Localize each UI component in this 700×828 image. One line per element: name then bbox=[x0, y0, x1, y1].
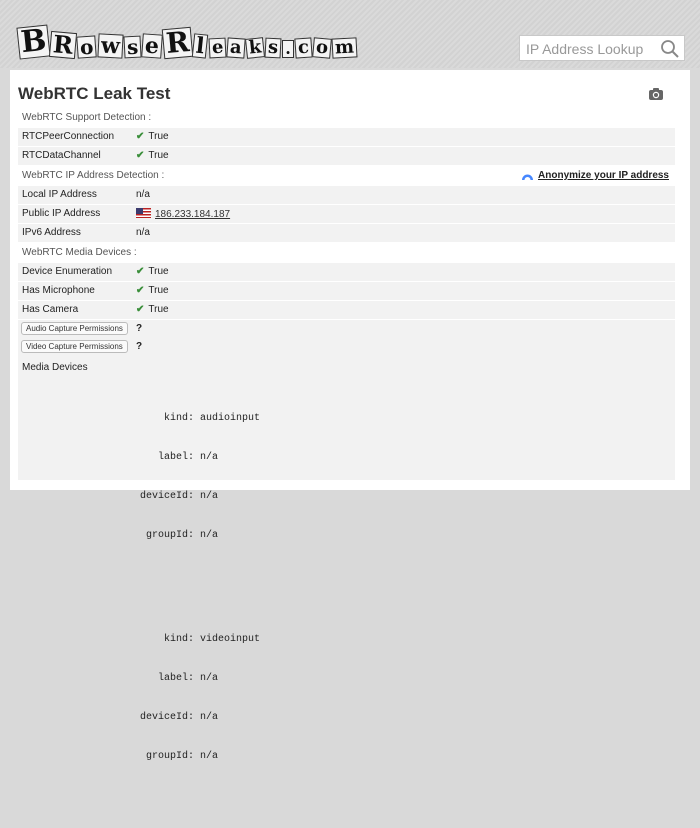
logo-letter: s bbox=[264, 37, 282, 59]
device-key: label: bbox=[157, 673, 194, 684]
value-text: True bbox=[148, 150, 169, 161]
device-value: n/a bbox=[200, 491, 219, 502]
device-key: deviceId: bbox=[139, 491, 194, 502]
check-icon: ✔ bbox=[136, 285, 145, 296]
main-panel: WebRTC Leak Test WebRTC Support Detectio… bbox=[10, 70, 690, 762]
device-key: groupId: bbox=[145, 530, 194, 541]
logo-letter: o bbox=[311, 37, 332, 59]
question-icon: ? bbox=[136, 341, 143, 352]
logo-letter: e bbox=[208, 37, 227, 59]
section-media-devices: WebRTC Media Devices : bbox=[18, 244, 675, 262]
row-audio-capture: Audio Capture Permissions ? bbox=[18, 320, 675, 338]
row-has-microphone: Has Microphone ✔ True bbox=[18, 282, 675, 300]
row-device-enumeration: Device Enumeration ✔ True bbox=[18, 263, 675, 281]
logo-letter: e bbox=[141, 33, 163, 59]
device-value: n/a bbox=[200, 751, 219, 762]
search-icon[interactable] bbox=[660, 39, 680, 59]
row-rtcpeerconnection: RTCPeerConnection ✔ True bbox=[18, 128, 675, 146]
ip-lookup-search[interactable]: IP Address Lookup bbox=[519, 35, 685, 61]
check-icon: ✔ bbox=[136, 304, 145, 315]
device-value: n/a bbox=[200, 530, 219, 541]
device-value: n/a bbox=[200, 452, 219, 463]
row-value: ✔ True bbox=[136, 131, 169, 142]
value-text: True bbox=[148, 304, 169, 315]
row-ipv6: IPv6 Address n/a bbox=[18, 224, 675, 242]
value-text: True bbox=[148, 266, 169, 277]
row-label: IPv6 Address bbox=[22, 227, 81, 238]
row-video-capture: Video Capture Permissions ? bbox=[18, 338, 675, 356]
section-heading: WebRTC IP Address Detection : bbox=[22, 170, 165, 181]
row-label: Local IP Address bbox=[22, 189, 97, 200]
check-icon: ✔ bbox=[136, 131, 145, 142]
logo-letter: . bbox=[282, 40, 294, 58]
row-label: Media Devices bbox=[22, 362, 88, 373]
camera-icon[interactable] bbox=[648, 86, 664, 102]
device-entry: kind: videoinput label: n/a deviceId: n/… bbox=[136, 607, 260, 789]
section-support-detection: WebRTC Support Detection : bbox=[18, 109, 675, 127]
public-ip-link[interactable]: 186.233.184.187 bbox=[155, 209, 230, 220]
device-value: videoinput bbox=[200, 634, 261, 645]
row-value: n/a bbox=[136, 227, 150, 238]
row-public-ip: Public IP Address 186.233.184.187 bbox=[18, 205, 675, 223]
vpn-icon bbox=[522, 174, 534, 180]
device-entry: kind: audioinput label: n/a deviceId: n/… bbox=[136, 386, 260, 568]
check-icon: ✔ bbox=[136, 266, 145, 277]
logo-letter: R bbox=[161, 25, 194, 60]
logo-letter: a bbox=[226, 37, 246, 59]
search-placeholder: IP Address Lookup bbox=[526, 41, 644, 57]
row-value: n/a bbox=[136, 189, 150, 200]
value-text: True bbox=[148, 285, 169, 296]
row-label: Has Camera bbox=[22, 304, 79, 315]
logo-letter: c bbox=[294, 37, 313, 59]
device-value: n/a bbox=[200, 673, 219, 684]
value-text: True bbox=[148, 131, 169, 142]
row-value: 186.233.184.187 bbox=[136, 208, 230, 220]
device-value: audioinput bbox=[200, 413, 261, 424]
device-key: kind: bbox=[163, 413, 194, 424]
site-logo[interactable]: B R o w s e R l e a k s . c o m bbox=[16, 12, 358, 60]
row-label: RTCDataChannel bbox=[22, 150, 101, 161]
device-key: label: bbox=[157, 452, 194, 463]
logo-letter: k bbox=[244, 36, 266, 59]
row-value: ✔ True bbox=[136, 150, 169, 161]
media-devices-block: Media Devices kind: audioinput label: n/… bbox=[18, 356, 675, 762]
device-value: n/a bbox=[200, 712, 219, 723]
check-icon: ✔ bbox=[136, 150, 145, 161]
row-value: ✔ True bbox=[136, 304, 169, 315]
row-value: ✔ True bbox=[136, 266, 169, 277]
logo-letter: R bbox=[49, 29, 78, 60]
logo-letter: s bbox=[123, 35, 142, 59]
us-flag-icon bbox=[136, 208, 151, 218]
row-value: ✔ True bbox=[136, 285, 169, 296]
row-rtcdatachannel: RTCDataChannel ✔ True bbox=[18, 147, 675, 165]
row-label: RTCPeerConnection bbox=[22, 131, 115, 142]
row-label: Public IP Address bbox=[22, 208, 101, 219]
top-bar: B R o w s e R l e a k s . c o m IP Addre… bbox=[0, 0, 700, 68]
logo-letter: o bbox=[76, 35, 98, 59]
row-has-camera: Has Camera ✔ True bbox=[18, 301, 675, 319]
section-heading: WebRTC Media Devices : bbox=[22, 247, 137, 258]
logo-letter: w bbox=[97, 33, 124, 59]
device-key: deviceId: bbox=[139, 712, 194, 723]
section-ip-detection: WebRTC IP Address Detection : Anonymize … bbox=[18, 167, 675, 185]
section-heading: WebRTC Support Detection : bbox=[22, 112, 152, 123]
page-title: WebRTC Leak Test bbox=[18, 84, 171, 103]
row-label: Device Enumeration bbox=[22, 266, 113, 277]
logo-letter: l bbox=[191, 33, 209, 59]
device-key: groupId: bbox=[145, 751, 194, 762]
anonymize-ip-link[interactable]: Anonymize your IP address bbox=[521, 170, 669, 181]
row-label: Has Microphone bbox=[22, 285, 95, 296]
anonymize-label: Anonymize your IP address bbox=[538, 170, 669, 181]
video-capture-permissions-button[interactable]: Video Capture Permissions bbox=[21, 340, 128, 353]
device-key: kind: bbox=[163, 634, 194, 645]
logo-letter: m bbox=[331, 37, 358, 59]
question-icon: ? bbox=[136, 323, 143, 334]
audio-capture-permissions-button[interactable]: Audio Capture Permissions bbox=[21, 322, 128, 335]
logo-letter: B bbox=[16, 23, 51, 60]
row-local-ip: Local IP Address n/a bbox=[18, 186, 675, 204]
media-devices-list: kind: audioinput label: n/a deviceId: n/… bbox=[136, 360, 260, 828]
